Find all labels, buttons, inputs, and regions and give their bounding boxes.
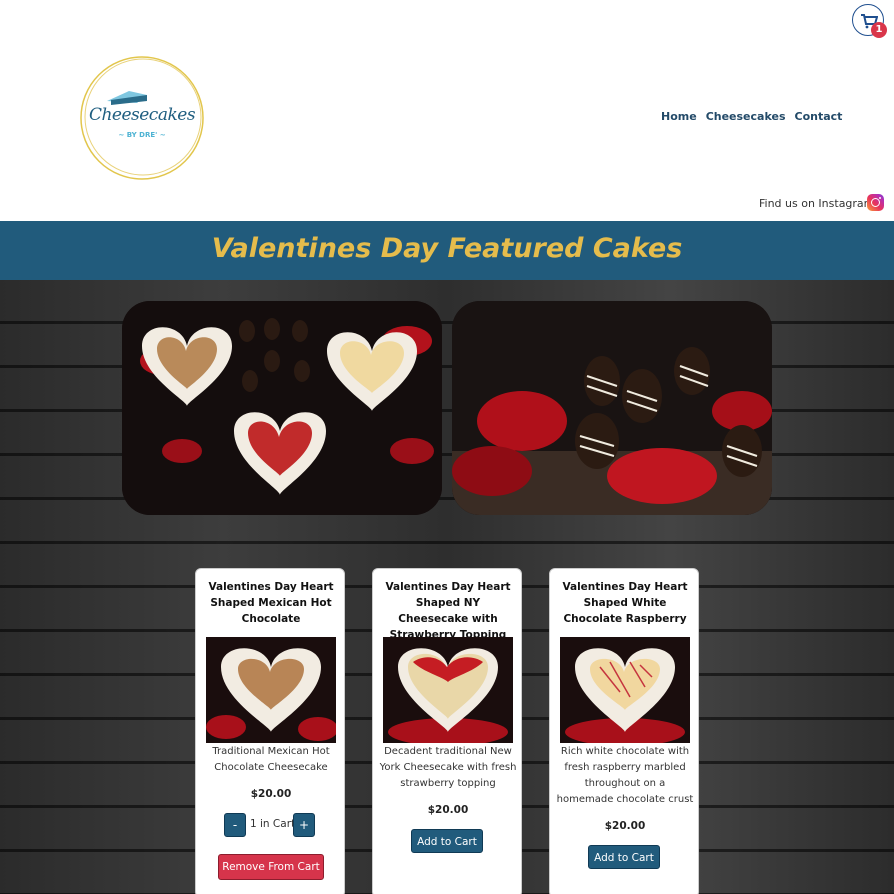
product-image [206,637,336,743]
cake-illustration [206,637,336,743]
cart-count-badge: 1 [871,22,887,38]
product-title: Valentines Day Heart Shaped NY Cheesecak… [385,581,511,641]
logo-name: Cheesecakes [88,105,196,125]
main-nav: Home Cheesecakes Contact [661,110,842,123]
add-to-cart-button[interactable]: Add to Cart [588,845,660,869]
product-price: $20.00 [604,820,646,832]
featured-banner: Valentines Day Featured Cakes [0,221,894,280]
featured-photo-strawberries [452,301,772,515]
nav-cheesecakes[interactable]: Cheesecakes [706,110,786,123]
product-image [560,637,690,743]
product-title: Valentines Day Heart Shaped White Chocol… [562,581,688,625]
logo-tagline: ~ BY DRE' ~ [118,131,166,139]
product-card-white-chocolate-raspberry: Valentines Day Heart Shaped White Chocol… [549,568,699,894]
product-image [383,637,513,743]
product-description: Traditional Mexican Hot Chocolate Cheese… [212,746,330,773]
cake-illustration [560,637,690,743]
product-title: Valentines Day Heart Shaped Mexican Hot … [208,581,334,625]
product-card-ny-cheesecake: Valentines Day Heart Shaped NY Cheesecak… [372,568,522,894]
increase-quantity-button[interactable]: + [293,813,315,837]
featured-photo-heart-cakes [122,301,442,515]
product-card-mexican-hot-chocolate: Valentines Day Heart Shaped Mexican Hot … [195,568,345,894]
product-price: $20.00 [427,804,469,816]
heart-cakes-illustration [122,301,442,515]
site-logo[interactable]: Cheesecakes ~ BY DRE' ~ [77,53,207,183]
quantity-in-cart: 1 in Cart [250,818,296,830]
banner-title: Valentines Day Featured Cakes [211,233,683,264]
nav-home[interactable]: Home [661,110,697,123]
decrease-quantity-button[interactable]: - [224,813,246,837]
remove-from-cart-button[interactable]: Remove From Cart [218,854,324,880]
cake-illustration [383,637,513,743]
add-to-cart-button[interactable]: Add to Cart [411,829,483,853]
site-header: 1 Cheesecakes ~ BY DRE' ~ Home Cheesecak… [0,0,894,221]
product-description: Rich white chocolate with fresh raspberr… [556,746,694,805]
product-price: $20.00 [250,788,292,800]
instagram-icon[interactable] [867,194,884,211]
nav-contact[interactable]: Contact [795,110,843,123]
product-description: Decadent traditional New York Cheesecake… [379,746,517,789]
instagram-label: Find us on Instagram [759,197,875,210]
strawberries-illustration [452,301,772,515]
